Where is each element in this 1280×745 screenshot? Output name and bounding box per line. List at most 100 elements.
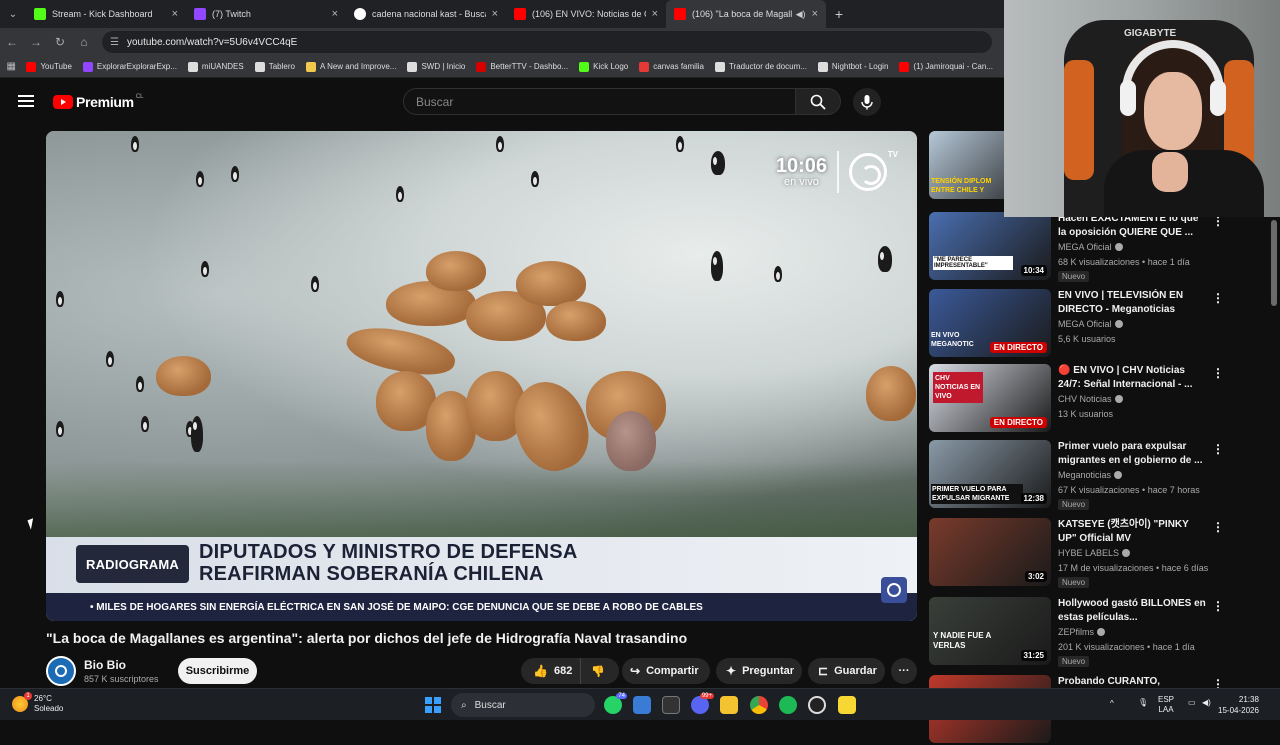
sticky-notes-icon[interactable]	[838, 696, 856, 714]
save-button[interactable]: ⊏ Guardar	[808, 658, 885, 684]
back-icon[interactable]: ←	[0, 35, 24, 49]
tab-close-icon[interactable]: ×	[332, 8, 338, 20]
chrome-icon[interactable]	[750, 696, 768, 714]
more-vertical-icon[interactable]: ⋮	[1212, 366, 1224, 380]
recommendation-thumbnail[interactable]: EN VIVO MEGANOTIC EN DIRECTO	[929, 289, 1051, 357]
network-icon[interactable]: ▭	[1188, 698, 1196, 708]
sidebar-scrollbar[interactable]	[1271, 220, 1277, 306]
bookmark-item[interactable]: SWD | Inicio	[407, 61, 465, 72]
tab-search-icon[interactable]: ⌄	[0, 0, 26, 28]
recommendation-thumbnail[interactable]: 3:02	[929, 518, 1051, 586]
ask-button[interactable]: ✦ Preguntar	[716, 658, 802, 684]
like-button[interactable]: 👍 682	[521, 658, 581, 684]
youtube-logo[interactable]: Premium CL	[53, 94, 143, 110]
tab-twitch[interactable]: (7) Twitch ×	[186, 0, 346, 28]
voice-search-button[interactable]	[853, 88, 881, 116]
home-icon[interactable]: ⌂	[72, 35, 96, 49]
bookmark-label: Tablero	[268, 62, 295, 71]
new-tab-icon[interactable]: +	[826, 6, 852, 22]
bookmark-item[interactable]: BetterTTV - Dashbo...	[476, 61, 568, 72]
weather-widget[interactable]: 26°C Soleado	[12, 692, 63, 714]
speaker-icon[interactable]: ◀)	[796, 9, 806, 20]
tray-overflow-icon[interactable]: ^	[1110, 699, 1114, 709]
bookmark-item[interactable]: Nightbot - Login	[817, 61, 888, 72]
bookmark-item[interactable]: canvas familia	[639, 61, 704, 72]
file-explorer-icon[interactable]	[720, 696, 738, 714]
recommendation-title[interactable]: Primer vuelo para expulsar migrantes en …	[1058, 440, 1206, 468]
bookmark-item[interactable]: ExplorarExplorarExp...	[82, 61, 177, 72]
terminal-icon[interactable]	[662, 696, 680, 714]
recommendation-item[interactable]: PRIMER VUELO PARA EXPULSAR MIGRANTE 12:38…	[929, 440, 1229, 510]
subscribe-button[interactable]: Suscribirme	[178, 658, 257, 684]
recommendation-channel[interactable]: CHV Noticias	[1058, 394, 1123, 404]
system-clock[interactable]: 21:38 15-04-2026	[1218, 694, 1259, 716]
apps-grid-icon[interactable]: ▦	[0, 61, 22, 72]
recommendation-thumbnail[interactable]: CHV NOTICIAS EN VIVO EN DIRECTO	[929, 364, 1051, 432]
channel-name[interactable]: Bio Bio	[84, 658, 126, 672]
recommendation-thumbnail[interactable]: Y NADIE FUE A VERLAS 31:25	[929, 597, 1051, 665]
whatsapp-icon[interactable]: 74	[604, 693, 627, 714]
recommendation-item[interactable]: CHV NOTICIAS EN VIVO EN DIRECTO 🔴 EN VIVO …	[929, 364, 1229, 434]
recommendation-channel[interactable]: ZEPfilms	[1058, 627, 1105, 637]
obs-icon[interactable]	[808, 696, 826, 714]
cormorant	[531, 171, 539, 187]
recommendation-item[interactable]: EN VIVO MEGANOTIC EN DIRECTO EN VIVO | TEL…	[929, 289, 1229, 359]
spotify-icon[interactable]	[779, 696, 797, 714]
recommendation-title[interactable]: Probando CURANTO,	[1058, 675, 1206, 689]
more-vertical-icon[interactable]: ⋮	[1212, 442, 1224, 456]
recommendation-thumbnail[interactable]: "ME PARECE IMPRESENTABLE" 10:34	[929, 212, 1051, 280]
channel-avatar[interactable]	[46, 656, 76, 686]
tab-google-search[interactable]: cadena nacional kast - Buscar c ×	[346, 0, 506, 28]
language-indicator[interactable]: ESP LAA	[1158, 695, 1174, 715]
recommendation-title[interactable]: 🔴 EN VIVO | CHV Noticias 24/7: Señal Int…	[1058, 364, 1206, 392]
recommendation-title[interactable]: EN VIVO | TELEVISIÓN EN DIRECTO - Megano…	[1058, 289, 1206, 317]
forward-icon[interactable]: →	[24, 35, 48, 49]
recommendation-title[interactable]: Hollywood gastó BILLONES en estas pelícu…	[1058, 597, 1206, 625]
bookmark-item[interactable]: YouTube	[26, 61, 72, 72]
tab-close-icon[interactable]: ×	[812, 8, 818, 20]
recommendation-title[interactable]: KATSEYE (캣츠아이) "PINKY UP" Official MV	[1058, 518, 1206, 546]
recommendation-channel[interactable]: MEGA Oficial	[1058, 242, 1123, 252]
bookmark-item[interactable]: Traductor de docum...	[714, 61, 807, 72]
recommendation-channel[interactable]: HYBE LABELS	[1058, 548, 1131, 558]
recommendation-item[interactable]: 3:02 KATSEYE (캣츠아이) "PINKY UP" Official M…	[929, 518, 1229, 588]
recommendation-channel[interactable]: Meganoticias	[1058, 470, 1123, 480]
tab-close-icon[interactable]: ×	[652, 8, 658, 20]
reload-icon[interactable]: ↻	[48, 35, 72, 49]
volume-icon[interactable]: ◀)	[1202, 698, 1211, 708]
menu-icon[interactable]	[18, 95, 34, 107]
more-vertical-icon[interactable]: ⋮	[1212, 520, 1224, 534]
microphone-tray-icon[interactable]: 🎙	[1138, 698, 1148, 708]
tab-youtube-live[interactable]: (106) EN VIVO: Noticias de Chil ×	[506, 0, 666, 28]
recommendation-item[interactable]: Y NADIE FUE A VERLAS 31:25 Hollywood gastó…	[929, 597, 1229, 667]
recommendation-item[interactable]: "ME PARECE IMPRESENTABLE" 10:34 Hacen EXAC…	[929, 212, 1229, 282]
tab-kick-dashboard[interactable]: Stream - Kick Dashboard ×	[26, 0, 186, 28]
site-info-icon[interactable]: ☰	[110, 37, 119, 48]
bookmark-item[interactable]: (1) Jamiroquai - Can...	[899, 61, 993, 72]
news-ticker: • MILES DE HOGARES SIN ENERGÍA ELÉCTRICA…	[46, 593, 917, 621]
video-player[interactable]: 10:06 en vivo TV RADIOGRAMA DIPUTADOS Y …	[46, 131, 917, 621]
more-vertical-icon[interactable]: ⋮	[1212, 291, 1224, 305]
search-input[interactable]: Buscar	[403, 88, 796, 115]
address-bar[interactable]: ☰ youtube.com/watch?v=5U6v4VCC4qE	[102, 31, 992, 53]
notepad-icon[interactable]	[633, 696, 651, 714]
bookmark-item[interactable]: Tablero	[254, 61, 295, 72]
bookmark-item[interactable]: Kick Logo	[579, 61, 628, 72]
tab-youtube-current[interactable]: (106) "La boca de Magallan ◀) ×	[666, 0, 826, 28]
dislike-button[interactable]: 👎	[581, 665, 605, 678]
search-button[interactable]	[795, 88, 841, 115]
recommendation-channel[interactable]: MEGA Oficial	[1058, 319, 1123, 329]
taskbar-search[interactable]: ⌕ Buscar	[451, 693, 595, 717]
tab-close-icon[interactable]: ×	[172, 8, 178, 20]
bookmark-item[interactable]: A New and Improve...	[305, 61, 396, 72]
bookmarks-bar: ▦ YouTube ExplorarExplorarExp... miUANDES T…	[0, 56, 1004, 78]
bookmark-item[interactable]: miUANDES	[187, 61, 244, 72]
more-vertical-icon[interactable]: ⋮	[1212, 599, 1224, 613]
tab-close-icon[interactable]: ×	[492, 8, 498, 20]
windows-start-icon[interactable]	[425, 697, 441, 713]
more-actions-button[interactable]: ···	[891, 658, 917, 684]
discord-icon[interactable]: 99+	[691, 693, 714, 714]
cormorant	[56, 421, 64, 437]
recommendation-thumbnail[interactable]: PRIMER VUELO PARA EXPULSAR MIGRANTE 12:38	[929, 440, 1051, 508]
share-button[interactable]: ↪ Compartir	[622, 658, 710, 684]
